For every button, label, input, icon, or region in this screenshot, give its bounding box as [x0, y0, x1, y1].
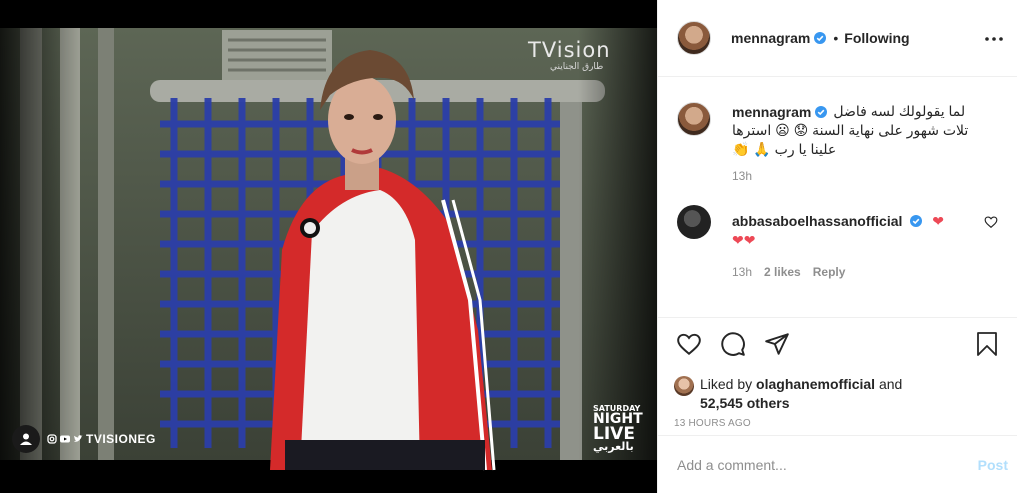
caption-text-line2: تلات شهور على نهاية السنة 😟 😦 استرها — [732, 122, 969, 138]
share-paper-plane-icon[interactable] — [762, 329, 792, 359]
comments-list: mennagram لما يقولولك لسه فاضل تلات شهور… — [658, 77, 1017, 317]
likes-count[interactable]: 52,545 others — [700, 395, 790, 411]
more-options-icon[interactable] — [982, 27, 1006, 51]
user-tag-icon[interactable] — [12, 425, 40, 453]
liked-by-prefix: Liked by — [700, 376, 753, 392]
author-username[interactable]: mennagram — [731, 30, 810, 46]
verified-badge-icon — [815, 105, 828, 118]
liked-by-and: and — [878, 376, 903, 392]
post-header: mennagram • Following — [658, 0, 1017, 77]
twitter-icon — [74, 435, 83, 442]
comment-username[interactable]: abbasaboelhassanofficial — [732, 213, 902, 229]
social-watermark: TVISIONEG — [12, 425, 156, 453]
show-logo: SATURDAY NIGHT LIVE بالعربي — [593, 404, 643, 454]
comment-item: abbasaboelhassanofficial ❤ ❤❤ 13h 2 like… — [677, 205, 1002, 279]
liked-by: Liked by olaghanemofficial and 52,545 ot… — [674, 375, 1002, 413]
comment-input[interactable] — [677, 456, 978, 473]
comment-hearts-inline: ❤ — [932, 213, 944, 229]
watermark-handle: TVISIONEG — [86, 432, 156, 446]
comment-likes[interactable]: 2 likes — [764, 265, 801, 279]
following-button[interactable]: Following — [844, 30, 909, 46]
liker-avatar[interactable] — [674, 376, 694, 396]
comment-reply-button[interactable]: Reply — [813, 265, 846, 279]
liked-by-user[interactable]: olaghanemofficial — [756, 376, 875, 392]
add-comment-bar: Post — [658, 435, 1017, 493]
youtube-icon — [60, 435, 70, 443]
caption-username[interactable]: mennagram — [732, 104, 811, 120]
avatar[interactable] — [677, 205, 711, 239]
post-photo — [0, 0, 657, 493]
post-timestamp[interactable]: 13 HOURS AGO — [674, 418, 1002, 429]
caption-text-line3: علينا يا رب 🙏 👏 — [732, 141, 837, 157]
verified-badge-icon — [910, 215, 923, 227]
instagram-icon — [47, 434, 57, 444]
verified-badge-icon — [814, 32, 827, 44]
post-actions: Liked by olaghanemofficial and 52,545 ot… — [658, 317, 1017, 429]
post-button[interactable]: Post — [978, 457, 1008, 473]
like-comment-heart-icon[interactable] — [984, 215, 998, 229]
comment-time[interactable]: 13h — [732, 265, 752, 279]
like-heart-icon[interactable] — [674, 329, 704, 359]
comment-hearts-line2: ❤❤ — [732, 232, 756, 248]
avatar[interactable] — [677, 21, 711, 55]
separator-dot: • — [833, 30, 839, 46]
caption-time[interactable]: 13h — [732, 169, 752, 183]
broadcaster-logo-sub: طارق الجنايني — [550, 62, 604, 72]
broadcaster-logo: TVision طارق الجنايني — [528, 38, 611, 72]
post-sidebar: mennagram • Following mennagram لما يقول… — [657, 0, 1017, 493]
comment-bubble-icon[interactable] — [718, 329, 748, 359]
caption-text-line1: لما يقولولك لسه فاضل — [833, 103, 966, 119]
avatar[interactable] — [677, 102, 711, 136]
save-bookmark-icon[interactable] — [972, 329, 1002, 359]
post-image[interactable]: TVision طارق الجنايني SATURDAY NIGHT LIV… — [0, 0, 657, 493]
caption: mennagram لما يقولولك لسه فاضل تلات شهور… — [677, 77, 1002, 183]
